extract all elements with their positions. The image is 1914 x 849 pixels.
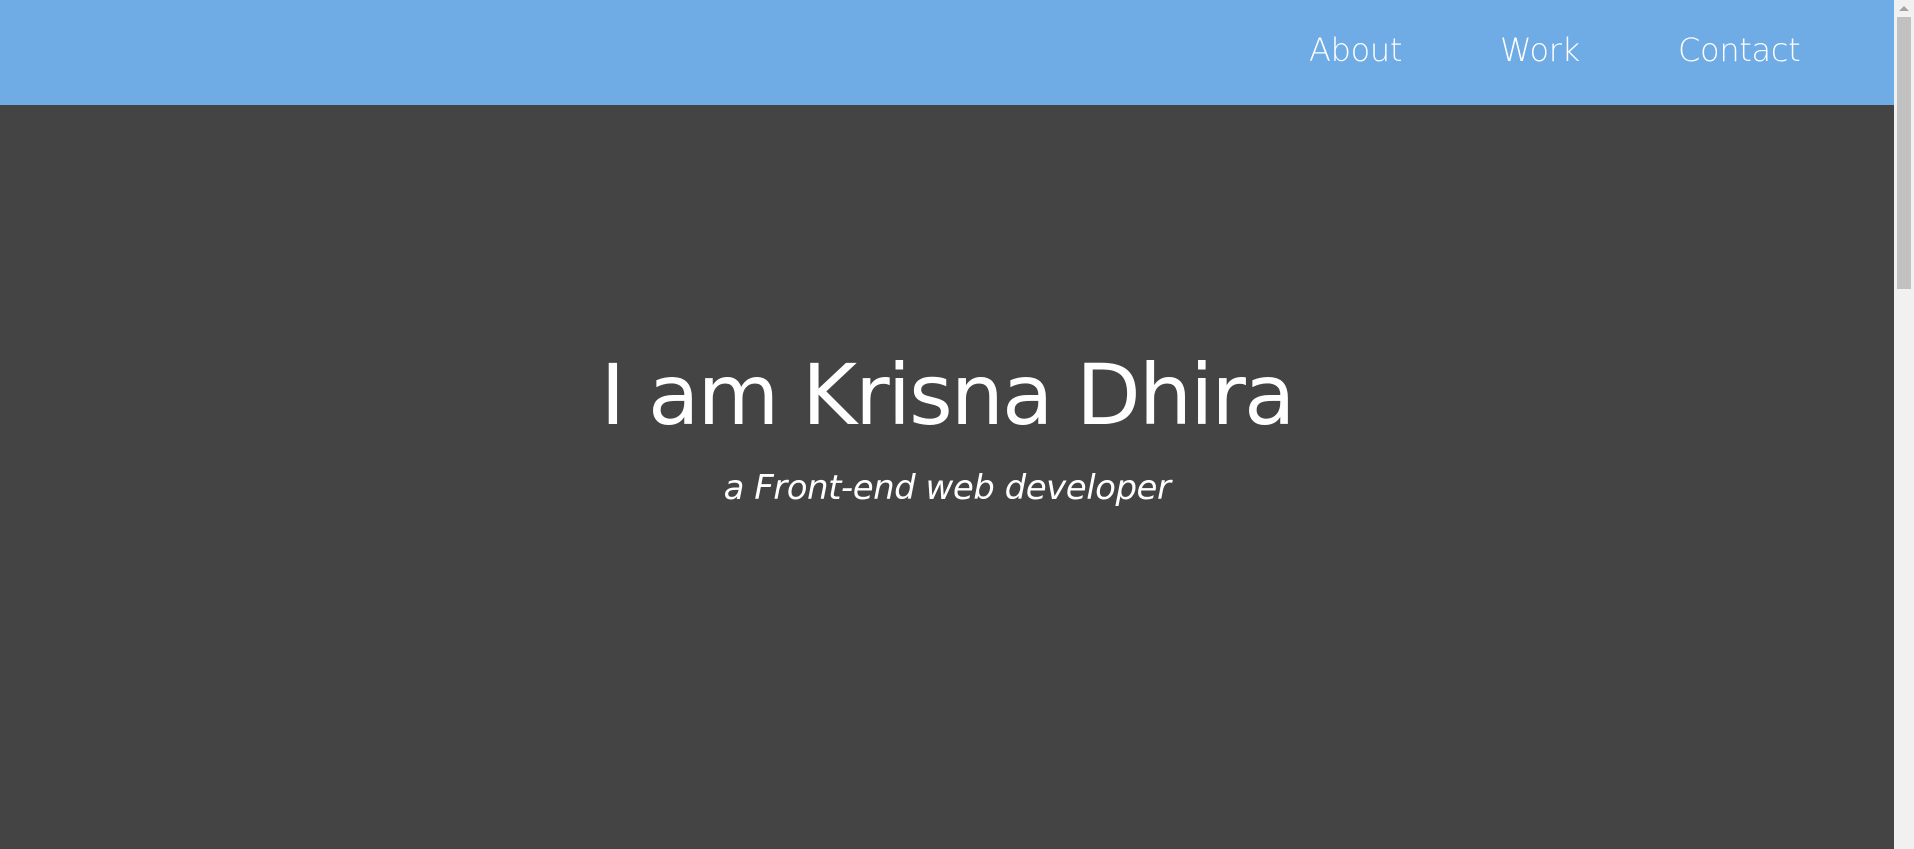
nav-link-contact[interactable]: Contact: [1678, 0, 1801, 100]
browser-page: About Work Contact I am Krisna Dhira a F…: [0, 0, 1914, 849]
top-navbar: About Work Contact: [0, 0, 1894, 105]
scroll-up-button[interactable]: [1894, 0, 1914, 17]
chevron-up-icon: [1899, 6, 1909, 11]
nav-link-work[interactable]: Work: [1500, 0, 1580, 100]
hero-section: I am Krisna Dhira a Front-end web develo…: [0, 105, 1894, 849]
vertical-scrollbar[interactable]: [1894, 0, 1914, 849]
scrollbar-thumb[interactable]: [1897, 17, 1911, 289]
nav-link-about[interactable]: About: [1309, 0, 1402, 100]
hero-subtitle: a Front-end web developer: [723, 468, 1171, 508]
page-viewport: About Work Contact I am Krisna Dhira a F…: [0, 0, 1894, 849]
hero-title: I am Krisna Dhira: [600, 346, 1296, 444]
